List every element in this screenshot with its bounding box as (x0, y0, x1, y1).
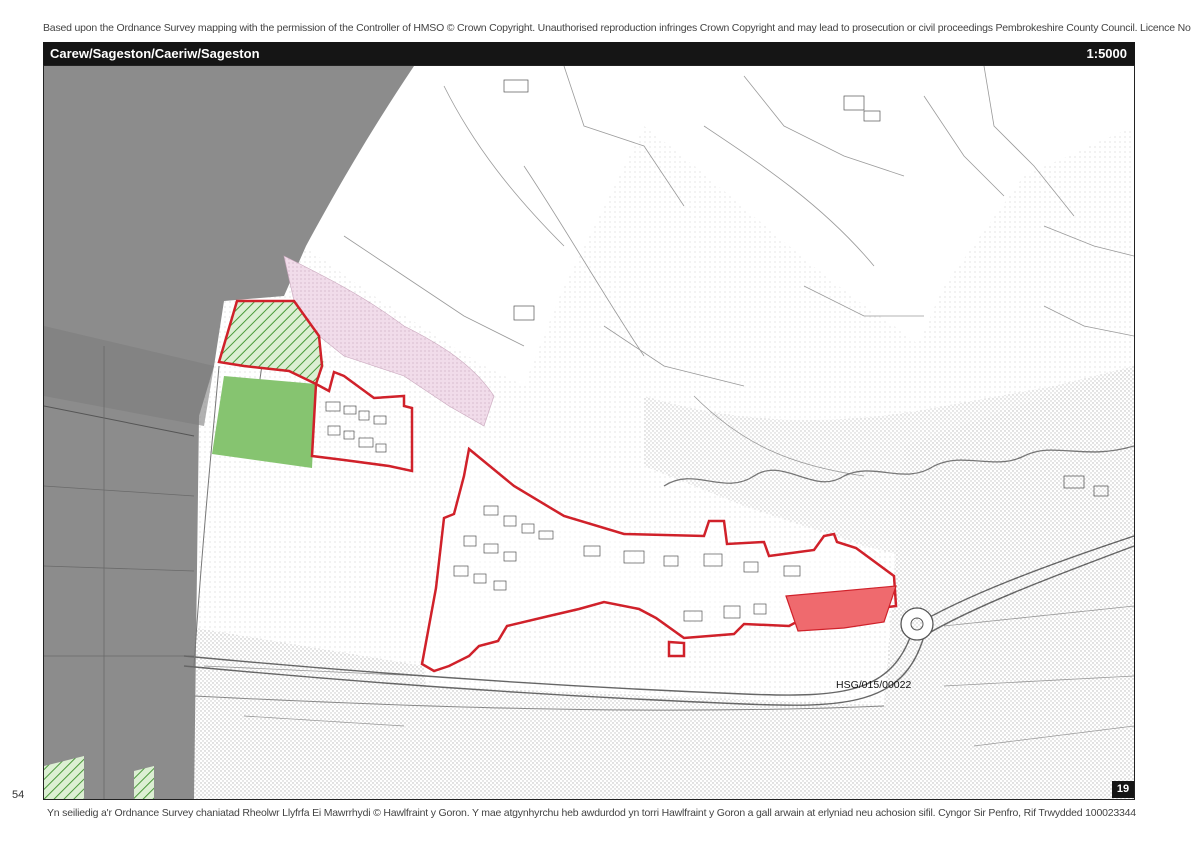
map-svg (44, 66, 1134, 799)
green-open-space (212, 376, 316, 468)
copyright-notice: Based upon the Ordnance Survey mapping w… (43, 22, 1191, 34)
map-number-badge: 19 (1112, 781, 1134, 798)
page-number: 54 (12, 789, 25, 801)
map-title: Carew/Sageston/Caeriw/Sageston (50, 46, 260, 61)
site-reference-label: HSG/015/00022 (836, 679, 912, 691)
map-title-bar: Carew/Sageston/Caeriw/Sageston 1:5000 (43, 42, 1135, 65)
map-scale: 1:5000 (1086, 46, 1127, 61)
copyright-notice-welsh: Yn seiliedig a'r Ordnance Survey chaniat… (47, 807, 1136, 819)
map-canvas[interactable]: HSG/015/00022 (43, 65, 1135, 800)
